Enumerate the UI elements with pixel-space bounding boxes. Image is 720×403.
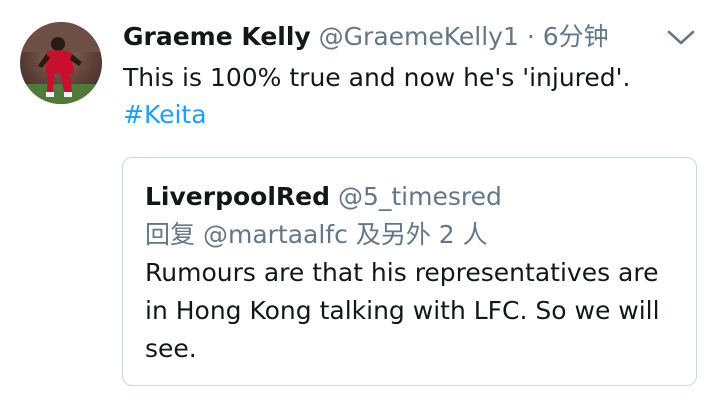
- reply-mention[interactable]: @martaalfc: [203, 220, 348, 249]
- avatar-image: [20, 22, 102, 104]
- quoted-tweet[interactable]: LiverpoolRed @5_timesred 回复 @martaalfc 及…: [122, 157, 697, 386]
- tweet-header: Graeme Kelly @GraemeKelly1 · 6分钟: [123, 20, 609, 54]
- hashtag-link[interactable]: #Keita: [123, 96, 703, 133]
- reply-suffix: 及另外 2 人: [355, 220, 488, 249]
- reply-prefix: 回复: [145, 220, 196, 249]
- quoted-reply-context: 回复 @martaalfc 及另外 2 人: [145, 218, 488, 252]
- tweet-timestamp[interactable]: 6分钟: [543, 22, 609, 51]
- quoted-author-handle[interactable]: @5_timesred: [338, 182, 502, 211]
- author-handle[interactable]: @GraemeKelly1: [319, 22, 519, 51]
- tweet-body: This is 100% true and now he's 'injured'…: [123, 59, 703, 133]
- quoted-tweet-text: Rumours are that his representatives are…: [145, 258, 660, 363]
- header-separator: ·: [526, 22, 535, 51]
- chevron-down-icon[interactable]: [664, 24, 698, 50]
- avatar[interactable]: [20, 22, 102, 104]
- tweet-card[interactable]: Graeme Kelly @GraemeKelly1 · 6分钟 This is…: [0, 0, 720, 403]
- quoted-author-name[interactable]: LiverpoolRed: [145, 182, 330, 211]
- quoted-tweet-header: LiverpoolRed @5_timesred: [145, 180, 502, 214]
- tweet-text: This is 100% true and now he's 'injured'…: [123, 63, 631, 92]
- author-name[interactable]: Graeme Kelly: [123, 22, 311, 51]
